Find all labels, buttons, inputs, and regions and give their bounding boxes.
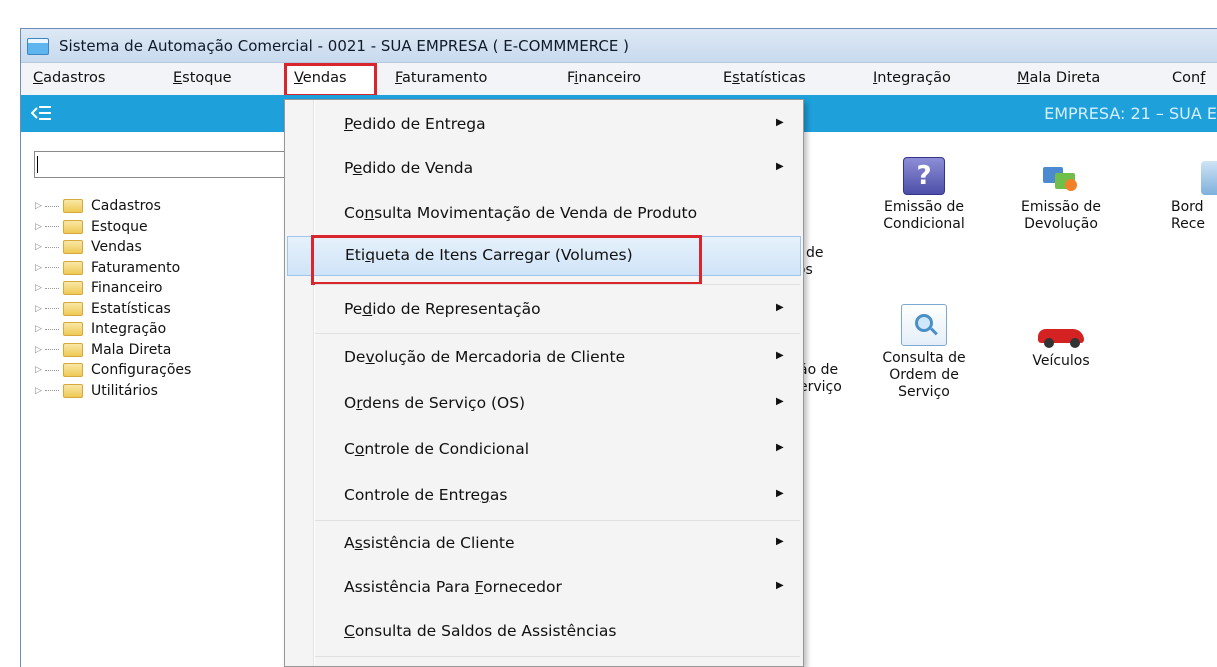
help-question-icon: ? (903, 157, 945, 195)
folder-icon (63, 342, 83, 357)
folder-icon (63, 199, 83, 214)
submenu-arrow-icon: ▶ (776, 396, 784, 407)
folder-icon (63, 260, 83, 275)
expand-arrow-icon[interactable]: ▷ (35, 386, 45, 396)
text-caret (37, 156, 38, 173)
devolucao-icon (1041, 161, 1081, 195)
submenu-arrow-icon: ▶ (776, 536, 784, 547)
menu-vendas[interactable]: Vendas (294, 70, 347, 86)
menu-bar: Cadastros Estoque Vendas Faturamento Fin… (21, 63, 1217, 97)
expand-arrow-icon[interactable]: ▷ (35, 304, 45, 314)
menu-item-devolucao-mercadoria[interactable]: Devolução de Mercadoria de Cliente ▶ (285, 338, 803, 378)
tile-bordero-partial[interactable]: Bord Rece (1171, 161, 1217, 233)
expand-arrow-icon[interactable]: ▷ (35, 201, 45, 211)
expand-arrow-icon[interactable]: ▷ (35, 365, 45, 375)
window-title: Sistema de Automação Comercial - 0021 - … (59, 37, 629, 55)
tree-item-faturamento[interactable]: ▷ Faturamento (35, 258, 191, 279)
folder-icon (63, 240, 83, 255)
tree-item-estoque[interactable]: ▷ Estoque (35, 217, 191, 238)
menu-configuracoes[interactable]: Conf (1172, 70, 1205, 86)
menu-item-consulta-saldos[interactable]: Consulta de Saldos de Assistências (285, 612, 803, 652)
etiqueta-highlight-box (311, 235, 702, 285)
menu-item-pedido-representacao[interactable]: Pedido de Representação ▶ (285, 290, 803, 330)
menu-item-assistencia-fornecedor[interactable]: Assistência Para Fornecedor ▶ (285, 568, 803, 608)
tree-item-estatisticas[interactable]: ▷ Estatísticas (35, 299, 191, 320)
menu-item-controle-condicional[interactable]: Controle de Condicional ▶ (285, 430, 803, 470)
submenu-arrow-icon: ▶ (776, 442, 784, 453)
menu-mala-direta[interactable]: Mala Direta (1017, 70, 1100, 86)
folder-icon (63, 383, 83, 398)
menu-estatisticas[interactable]: Estatísticas (723, 70, 806, 86)
menu-cadastros[interactable]: Cadastros (33, 70, 105, 86)
tile-emissao-condicional[interactable]: ? Emissão de Condicional (869, 157, 979, 233)
title-bar: Sistema de Automação Comercial - 0021 - … (21, 29, 1217, 63)
partial-tile-label-2[interactable]: ão de erviço (799, 362, 842, 396)
tree-item-mala-direta[interactable]: ▷ Mala Direta (35, 340, 191, 361)
folder-icon (63, 219, 83, 234)
folder-icon (63, 281, 83, 296)
menu-item-controle-entregas[interactable]: Controle de Entregas ▶ (285, 476, 803, 516)
tree-item-configuracoes[interactable]: ▷ Configurações (35, 360, 191, 381)
submenu-arrow-icon: ▶ (776, 117, 784, 128)
expand-arrow-icon[interactable]: ▷ (35, 345, 45, 355)
tile-veiculos[interactable]: Veículos (1016, 321, 1106, 370)
folder-icon (63, 363, 83, 378)
tree-item-vendas[interactable]: ▷ Vendas (35, 237, 191, 258)
empresa-label: EMPRESA: 21 – SUA E (1044, 104, 1217, 123)
menu-item-ordens-servico[interactable]: Ordens de Serviço (OS) ▶ (285, 384, 803, 424)
menu-item-pedido-entrega[interactable]: Pedido de Entrega ▶ (285, 105, 803, 145)
submenu-arrow-icon: ▶ (776, 488, 784, 499)
navigation-tree: ▷ Cadastros ▷ Estoque ▷ Vendas ▷ Faturamento… (35, 196, 191, 401)
submenu-arrow-icon: ▶ (776, 161, 784, 172)
vendas-dropdown-menu: Pedido de Entrega ▶ Pedido de Venda ▶ Cons… (284, 99, 804, 667)
bordero-icon (1201, 161, 1217, 195)
sidebar-search-input[interactable] (34, 151, 287, 178)
expand-arrow-icon[interactable]: ▷ (35, 242, 45, 252)
menu-estoque[interactable]: Estoque (173, 70, 232, 86)
menu-item-pedido-venda[interactable]: Pedido de Venda ▶ (285, 149, 803, 189)
tree-item-financeiro[interactable]: ▷ Financeiro (35, 278, 191, 299)
app-icon (27, 38, 49, 55)
collapse-menu-icon[interactable] (30, 104, 53, 122)
submenu-arrow-icon: ▶ (776, 350, 784, 361)
menu-integracao[interactable]: Integração (873, 70, 951, 86)
expand-arrow-icon[interactable]: ▷ (35, 283, 45, 293)
folder-icon (63, 322, 83, 337)
expand-arrow-icon[interactable]: ▷ (35, 263, 45, 273)
car-icon (1036, 321, 1086, 349)
tree-item-cadastros[interactable]: ▷ Cadastros (35, 196, 191, 217)
magnifier-icon (901, 304, 947, 346)
menu-item-assistencia-cliente[interactable]: Assistência de Cliente ▶ (285, 524, 803, 564)
menu-item-consulta-movimentacao[interactable]: Consulta Movimentação de Venda de Produt… (285, 194, 803, 234)
submenu-arrow-icon: ▶ (776, 580, 784, 591)
expand-arrow-icon[interactable]: ▷ (35, 324, 45, 334)
menu-financeiro[interactable]: Financeiro (567, 70, 641, 86)
tree-item-utilitarios[interactable]: ▷ Utilitários (35, 381, 191, 402)
folder-icon (63, 301, 83, 316)
expand-arrow-icon[interactable]: ▷ (35, 222, 45, 232)
tree-item-integracao[interactable]: ▷ Integração (35, 319, 191, 340)
menu-faturamento[interactable]: Faturamento (395, 70, 487, 86)
tile-emissao-devolucao[interactable]: Emissão de Devolução (1006, 161, 1116, 233)
tile-consulta-ordem-servico[interactable]: Consulta de Ordem de Serviço (874, 304, 974, 401)
submenu-arrow-icon: ▶ (776, 302, 784, 313)
